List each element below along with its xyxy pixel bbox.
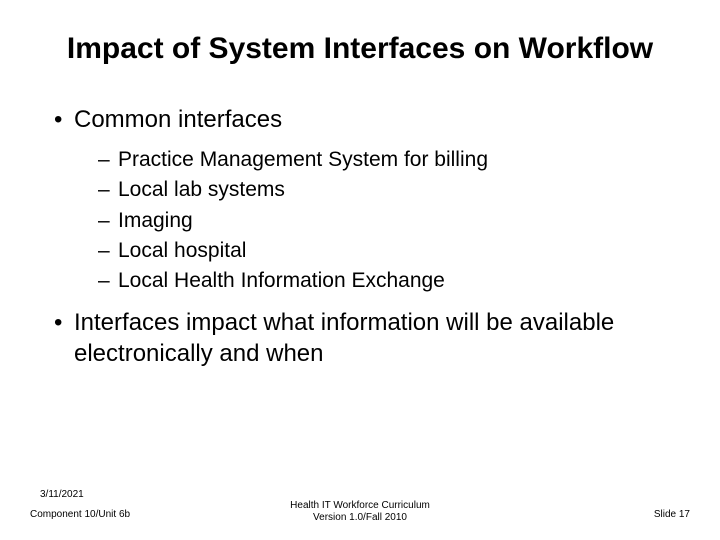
bullet-item: Interfaces impact what information will … xyxy=(50,307,680,369)
footer-component: Component 10/Unit 6b xyxy=(30,509,130,520)
bullet-list: Common interfaces Practice Management Sy… xyxy=(40,104,680,370)
sub-bullet-item: Imaging xyxy=(98,206,680,236)
footer-curriculum: Health IT Workforce Curriculum Version 1… xyxy=(290,500,430,524)
slide-title: Impact of System Interfaces on Workflow xyxy=(40,30,680,68)
bullet-text: Interfaces impact what information will … xyxy=(74,309,614,367)
footer-curriculum-line2: Version 1.0/Fall 2010 xyxy=(290,512,430,524)
bullet-item: Common interfaces Practice Management Sy… xyxy=(50,104,680,297)
slide: Impact of System Interfaces on Workflow … xyxy=(0,0,720,540)
bullet-text: Common interfaces xyxy=(74,106,282,133)
footer-date: 3/11/2021 xyxy=(40,489,84,500)
footer-curriculum-line1: Health IT Workforce Curriculum xyxy=(290,500,430,512)
sub-bullet-item: Local Health Information Exchange xyxy=(98,266,680,296)
sub-bullet-item: Local hospital xyxy=(98,236,680,266)
sub-bullet-list: Practice Management System for billing L… xyxy=(74,145,680,297)
footer-slide-number: Slide 17 xyxy=(654,509,690,520)
sub-bullet-item: Local lab systems xyxy=(98,175,680,205)
sub-bullet-item: Practice Management System for billing xyxy=(98,145,680,175)
